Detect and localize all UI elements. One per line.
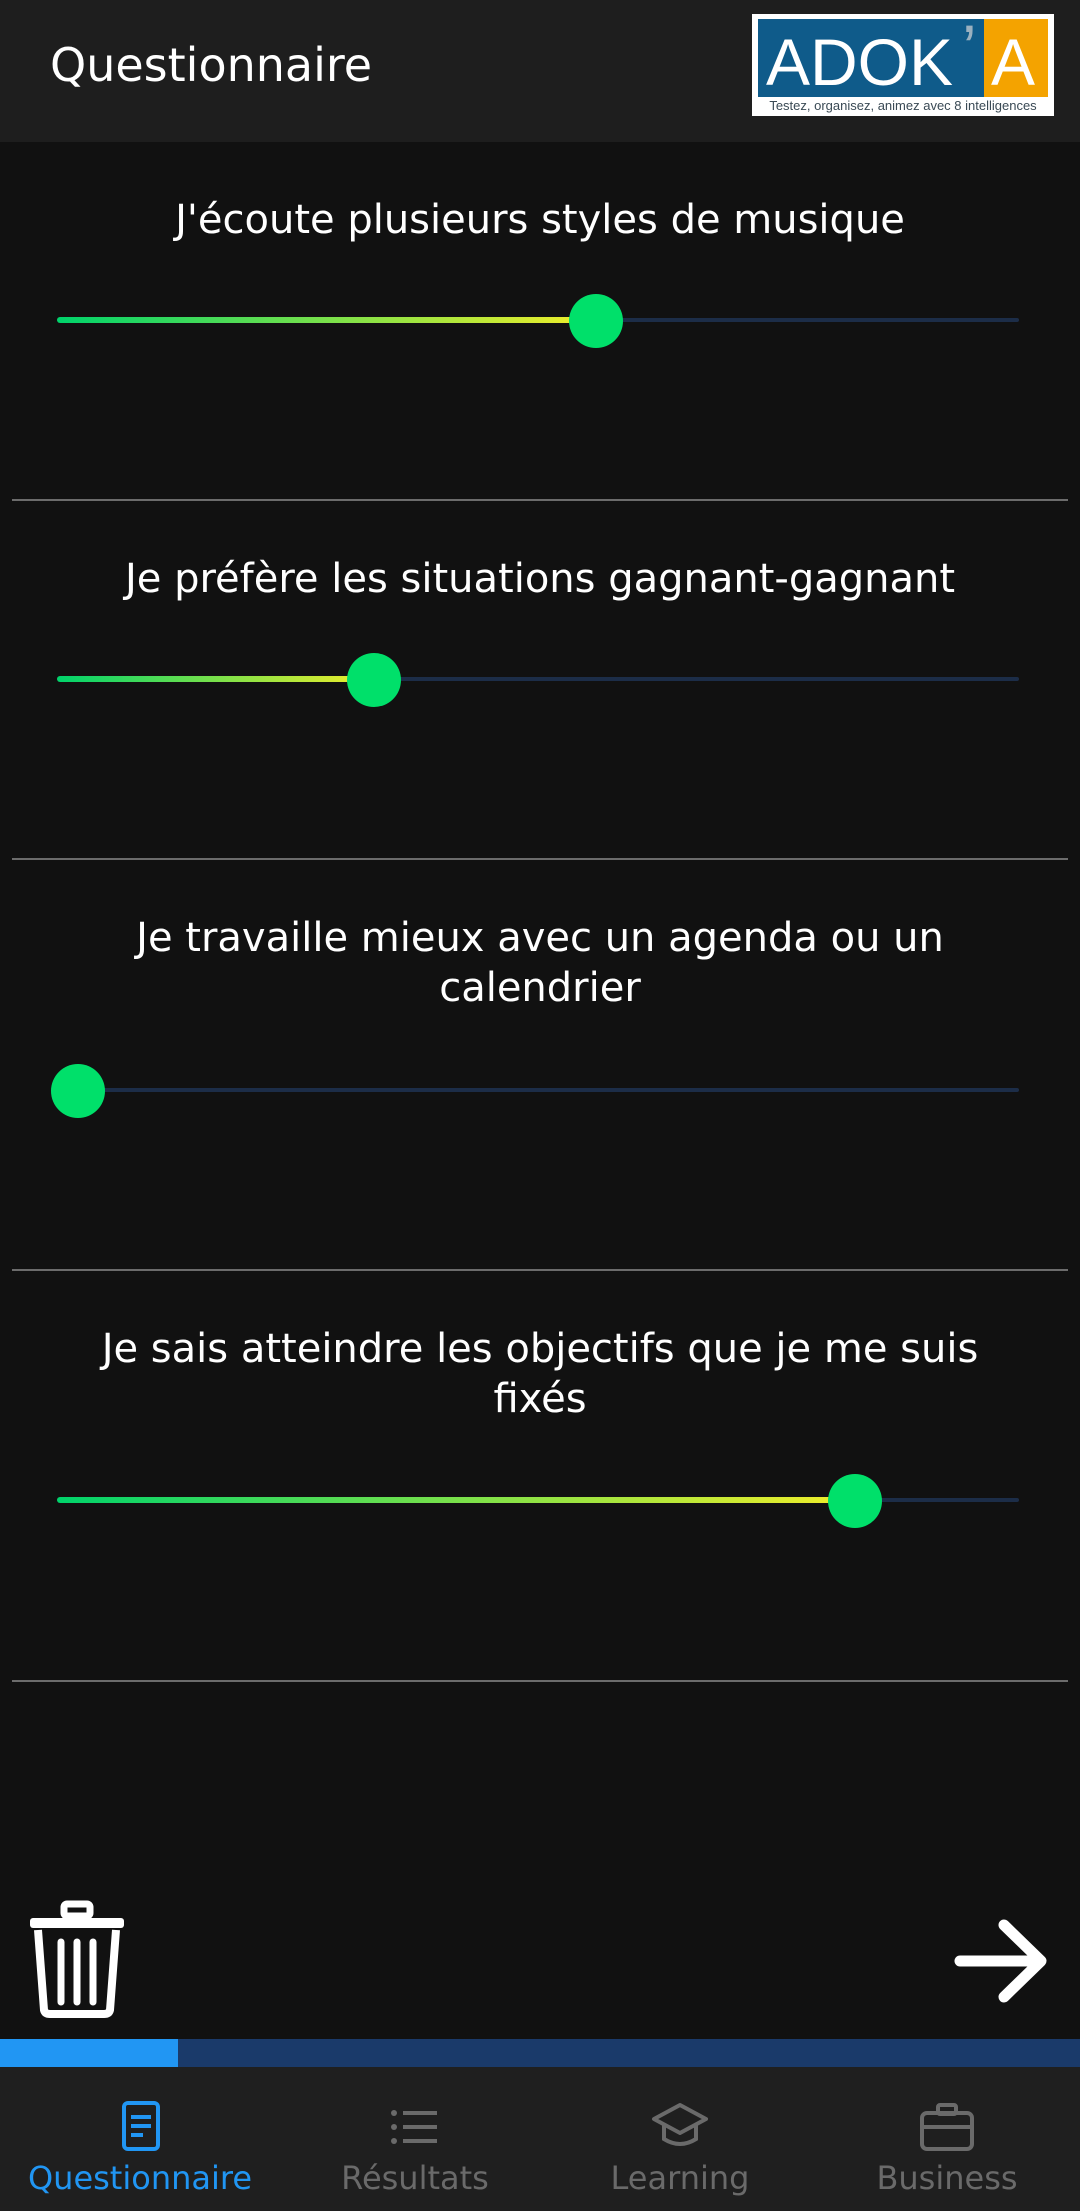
nav-item-questionnaire[interactable]: Questionnaire — [5, 2067, 275, 2211]
briefcase-icon — [920, 2103, 974, 2151]
question-text: Je sais atteindre les objectifs que je m… — [101, 1326, 979, 1422]
nav-label: Business — [876, 2159, 1018, 2197]
divider — [12, 1269, 1068, 1271]
nav-item-resultats[interactable]: Résultats — [280, 2067, 550, 2211]
svg-text:ADOK: ADOK — [766, 25, 953, 97]
logo-tagline: Testez, organisez, animez avec 8 intelli… — [769, 98, 1037, 113]
slider-thumb[interactable] — [347, 653, 402, 707]
slider-thumb[interactable] — [51, 1064, 105, 1118]
nav-label: Résultats — [341, 2159, 489, 2197]
slider-fill — [57, 1497, 856, 1503]
slider-track — [57, 1088, 1019, 1092]
question-text: Je travaille mieux avec un agenda ou un … — [136, 915, 944, 1011]
question-slider[interactable] — [57, 292, 1019, 348]
question-slider[interactable] — [51, 1062, 1019, 1118]
page-title: Questionnaire — [50, 38, 373, 92]
arrow-right-icon — [954, 1919, 1047, 2003]
nav-item-learning[interactable]: Learning — [545, 2067, 815, 2211]
question-text: J'écoute plusieurs styles de musique — [175, 197, 905, 243]
graduation-cap-icon — [652, 2103, 708, 2146]
slider-fill — [57, 317, 596, 323]
question-text: Je préfère les situations gagnant-gagnan… — [124, 556, 956, 602]
adoka-logo: ADOK ’ A Testez, organisez, animez avec … — [752, 14, 1054, 116]
question-slider[interactable] — [57, 1472, 1019, 1528]
slider-thumb[interactable] — [568, 294, 623, 348]
progress-fill — [0, 2039, 179, 2067]
list-icon — [391, 2110, 437, 2144]
document-icon — [122, 2101, 160, 2151]
slider-thumb[interactable] — [828, 1474, 883, 1528]
nav-label: Questionnaire — [27, 2159, 253, 2197]
nav-item-business[interactable]: Business — [812, 2067, 1080, 2211]
delete-button[interactable] — [26, 1900, 128, 2018]
divider — [12, 858, 1068, 860]
divider — [12, 499, 1068, 501]
questionnaire-progress-bar — [0, 2039, 1080, 2067]
trash-icon — [30, 1900, 124, 2018]
bottom-navigation: Questionnaire Résultats Learning Busines… — [0, 2067, 1080, 2211]
app-header: Questionnaire ADOK ’ A Testez, organisez… — [0, 0, 1080, 142]
question-slider[interactable] — [57, 651, 1019, 707]
divider — [12, 1680, 1068, 1682]
nav-label: Learning — [610, 2159, 750, 2197]
svg-text:A: A — [991, 25, 1035, 97]
next-button[interactable] — [954, 1918, 1050, 2004]
slider-fill — [57, 676, 375, 682]
svg-text:’: ’ — [962, 19, 977, 85]
